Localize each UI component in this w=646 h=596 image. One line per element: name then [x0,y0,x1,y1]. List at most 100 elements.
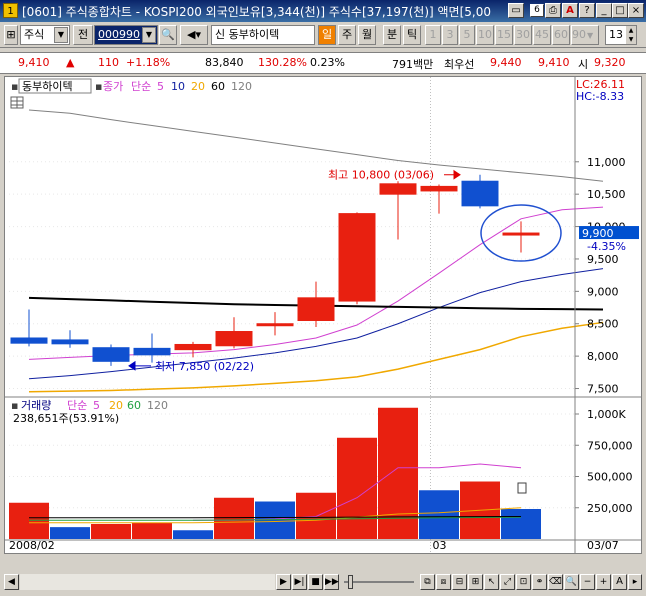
zoom-out-icon[interactable]: − [580,574,595,590]
zoom-slider-handle[interactable] [348,575,353,589]
chart-svg[interactable]: 7,5008,0008,5009,0009,50010,00010,50011,… [5,77,641,553]
volume-bar [132,522,172,539]
minimize-icon[interactable]: _ [596,3,612,18]
volume-legend-ma-label: 단순 [67,399,87,412]
legend-handle-icon: ▪ [95,80,102,93]
chart-stock-title: 동부하이텍 [22,79,73,93]
volume-legend-ma-60: 60 [127,399,141,412]
stepper-arrows-icon[interactable]: ▲ ▼ [626,26,636,44]
search-icon[interactable]: 🔍 [159,25,177,45]
legend-ma-label: 단순 [131,80,151,93]
zoom-slider[interactable] [344,581,414,583]
minute-3-button[interactable]: 3 [442,25,458,45]
minute-1-button[interactable]: 1 [425,25,441,45]
play-icon[interactable]: ▶▶ [324,574,339,590]
minute-5-button[interactable]: 5 [459,25,475,45]
alert-icon[interactable]: A [562,3,578,18]
overlay-icon[interactable]: ⧈ [436,574,451,590]
price-tick-label: 7,500 [587,383,619,396]
volume-bar [173,530,213,539]
minute-60-button[interactable]: 60 [552,25,570,45]
help-icon[interactable]: ? [579,3,595,18]
restore-icon[interactable]: ▭ [508,3,524,18]
candle-body [502,232,540,236]
stock-name-field[interactable]: 신 동부하이텍 [211,25,315,45]
period-day-button[interactable]: 일 [318,25,336,45]
price-tick-label: 9,000 [587,285,619,298]
stop-icon[interactable]: ■ [308,574,323,590]
minute-custom-value: 90 [572,28,586,41]
speaker-icon[interactable]: ◀▾ [180,25,208,45]
minute-10-button[interactable]: 10 [476,25,494,45]
extra-count: 6 [530,4,544,17]
legend-ma-120: 120 [231,80,252,93]
link-icon[interactable]: ⚭ [532,574,547,590]
volume-tick-label: 750,000 [587,439,633,452]
legend-ma-10: 10 [171,80,185,93]
volume-panel-handle-icon[interactable]: ▪ [11,399,18,412]
volume-bar [9,502,49,539]
pin-icon[interactable]: ⊞ [4,25,18,45]
scroll-right-icon[interactable]: ▶ [276,574,291,590]
name-prefix: 신 [215,28,226,41]
volume-bar [419,490,459,539]
legend-ma-60: 60 [211,80,225,93]
volume: 83,840 [205,56,244,69]
more-icon[interactable]: ▸ [628,574,642,590]
chart-area[interactable]: 7,5008,0008,5009,0009,50010,00010,50011,… [4,76,642,554]
print-icon[interactable]: ⎙ [545,3,561,18]
chevron-down-icon[interactable]: ▼ [587,27,597,44]
market-select[interactable]: 주식 ▼ [20,25,70,45]
window-split-icon[interactable]: ⊟ [452,574,467,590]
erase-icon[interactable]: ⌫ [548,574,563,590]
scroll-track[interactable] [20,574,275,590]
price-tick-label: 9,500 [587,253,619,266]
period-minute-button[interactable]: 분 [383,25,401,45]
period-month-button[interactable]: 월 [358,25,376,45]
minute-30-button[interactable]: 30 [514,25,532,45]
close-icon[interactable]: × [628,3,644,18]
price-tick-label: 8,000 [587,350,619,363]
maximize-icon[interactable]: □ [612,3,628,18]
zoom-box-icon[interactable]: ⊡ [516,574,531,590]
candle-body [92,347,130,362]
jump-end-icon[interactable]: ▶| [292,574,307,590]
text-tool-icon[interactable]: A [612,574,627,590]
zoom-in-icon[interactable]: + [596,574,611,590]
count-stepper[interactable]: 13 ▲ ▼ [605,25,637,45]
candle-body [51,339,89,345]
volume-bar [337,437,377,539]
best-quote-label: 최우선 [444,58,475,71]
magnifier-icon[interactable]: 🔍 [564,574,579,590]
period-tick-button[interactable]: 틱 [403,25,421,45]
draw-line-icon[interactable]: ↖ [484,574,499,590]
prev-button[interactable]: 전 [73,25,93,45]
scroll-left-icon[interactable]: ◀ [4,574,19,590]
trend-icon[interactable]: ⤢ [500,574,515,590]
minute-15-button[interactable]: 15 [495,25,513,45]
market-label: 주식 [24,28,45,41]
period-week-button[interactable]: 주 [338,25,356,45]
code-input[interactable]: 000990 ▼ [94,25,158,45]
chevron-down-icon[interactable]: ▼ [54,27,68,43]
cursor-marker-icon [517,482,527,494]
volume-legend-ma-20: 20 [109,399,123,412]
minute-custom-select[interactable]: 90 ▼ [571,25,599,45]
candle-body [379,183,417,195]
hc-label: HC:-8.33 [576,90,624,103]
layout-icon[interactable]: ⊞ [468,574,483,590]
candle-body [338,213,376,302]
volume-tick-label: 500,000 [587,471,633,484]
chevron-down-icon[interactable]: ▼ [142,27,156,43]
candle-body [461,180,499,207]
price-panel-handle-icon[interactable]: ▪ [11,80,18,93]
ma-line-120 [28,109,604,182]
legend-close-label: 종가 [103,80,123,93]
candles [10,174,540,366]
count-value: 13 [609,28,623,41]
volume-title: 거래량 [21,399,51,412]
candle-body [174,343,212,351]
copy-icon[interactable]: ⧉ [420,574,435,590]
minute-45-button[interactable]: 45 [533,25,551,45]
candle-body [215,331,253,347]
